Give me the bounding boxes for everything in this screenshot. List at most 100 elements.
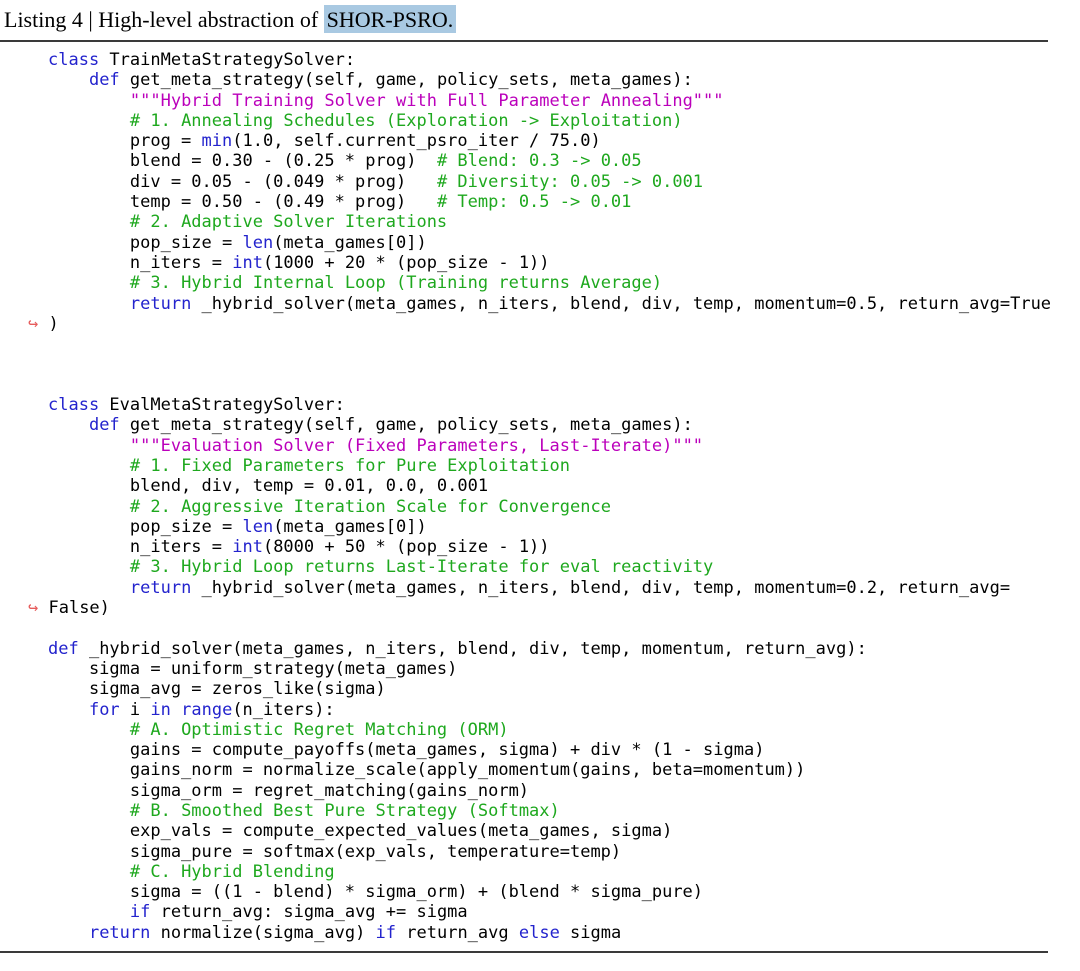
code-token-plain: return_avg: sigma_avg += sigma bbox=[150, 902, 467, 922]
code-token-continuation-arrow: ↪ bbox=[28, 598, 38, 618]
code-token-comment: # 3. Hybrid Loop returns Last-Iterate fo… bbox=[130, 557, 713, 577]
code-token-plain: sigma_avg = zeros_like(sigma) bbox=[48, 679, 386, 699]
code-token-plain: gains = compute_payoffs(meta_games, sigm… bbox=[48, 740, 764, 760]
code-token-comment: # 1. Annealing Schedules (Exploration ->… bbox=[130, 111, 683, 131]
code-token-plain bbox=[48, 212, 130, 232]
code-token-keyword: def bbox=[48, 639, 79, 659]
code-line: # B. Smoothed Best Pure Strategy (Softma… bbox=[48, 801, 1080, 821]
code-token-comment: # 2. Aggressive Iteration Scale for Conv… bbox=[130, 497, 611, 517]
code-line bbox=[48, 354, 1080, 374]
code-token-keyword: len bbox=[242, 517, 273, 537]
code-token-keyword: in bbox=[150, 700, 170, 720]
code-line: def get_meta_strategy(self, game, policy… bbox=[48, 70, 1080, 90]
code-token-string: """Evaluation Solver (Fixed Parameters, … bbox=[130, 436, 703, 456]
code-token-plain: (1000 + 20 * (pop_size - 1)) bbox=[263, 253, 550, 273]
code-token-keyword: int bbox=[232, 537, 263, 557]
code-token-plain bbox=[48, 415, 89, 435]
code-token-plain: sigma = uniform_strategy(meta_games) bbox=[48, 659, 457, 679]
code-line: n_iters = int(8000 + 50 * (pop_size - 1)… bbox=[48, 537, 1080, 557]
code-token-plain bbox=[48, 70, 89, 90]
code-line: n_iters = int(1000 + 20 * (pop_size - 1)… bbox=[48, 253, 1080, 273]
code-line: pop_size = len(meta_games[0]) bbox=[48, 233, 1080, 253]
code-token-keyword: class bbox=[48, 50, 99, 70]
code-token-plain: _hybrid_solver(meta_games, n_iters, blen… bbox=[191, 294, 1051, 314]
code-line: # 2. Aggressive Iteration Scale for Conv… bbox=[48, 497, 1080, 517]
code-token-plain: _hybrid_solver(meta_games, n_iters, blen… bbox=[191, 578, 1010, 598]
code-token-plain: i bbox=[120, 700, 151, 720]
code-token-plain bbox=[48, 557, 130, 577]
bottom-rule bbox=[0, 951, 1048, 953]
code-token-plain: prog = bbox=[48, 131, 202, 151]
code-line: # 1. Fixed Parameters for Pure Exploitat… bbox=[48, 456, 1080, 476]
code-token-comment: # Temp: 0.5 -> 0.01 bbox=[437, 192, 631, 212]
code-token-string: """Hybrid Training Solver with Full Para… bbox=[130, 91, 724, 111]
code-token-keyword: def bbox=[89, 70, 120, 90]
caption-text: Listing 4 | High-level abstraction of bbox=[4, 7, 324, 32]
code-token-plain: n_iters = bbox=[48, 537, 232, 557]
listing-caption: Listing 4 | High-level abstraction of SH… bbox=[0, 5, 1080, 35]
code-line: gains_norm = normalize_scale(apply_momen… bbox=[48, 760, 1080, 780]
code-token-comment: # A. Optimistic Regret Matching (ORM) bbox=[130, 720, 509, 740]
code-line: # 3. Hybrid Internal Loop (Training retu… bbox=[48, 273, 1080, 293]
code-token-plain: _hybrid_solver(meta_games, n_iters, blen… bbox=[79, 639, 867, 659]
code-token-comment: # Blend: 0.3 -> 0.05 bbox=[437, 151, 642, 171]
code-token-plain: temp = 0.50 - (0.49 * prog) bbox=[48, 192, 437, 212]
code-line: def get_meta_strategy(self, game, policy… bbox=[48, 415, 1080, 435]
code-token-keyword: else bbox=[519, 923, 560, 943]
code-line-continuation: ↪ ) bbox=[48, 314, 1080, 334]
highlighted-term: SHOR-PSRO. bbox=[324, 5, 457, 33]
code-token-keyword: if bbox=[130, 902, 150, 922]
code-token-keyword: if bbox=[376, 923, 396, 943]
code-line: div = 0.05 - (0.049 * prog) # Diversity:… bbox=[48, 172, 1080, 192]
code-line: return _hybrid_solver(meta_games, n_iter… bbox=[48, 578, 1080, 598]
code-token-plain: EvalMetaStrategySolver: bbox=[99, 395, 345, 415]
code-line: # 3. Hybrid Loop returns Last-Iterate fo… bbox=[48, 557, 1080, 577]
code-line: for i in range(n_iters): bbox=[48, 700, 1080, 720]
code-token-plain: sigma bbox=[560, 923, 621, 943]
code-token-keyword: def bbox=[89, 415, 120, 435]
code-token-keyword: class bbox=[48, 395, 99, 415]
code-token-plain bbox=[48, 497, 130, 517]
code-token-plain: get_meta_strategy(self, game, policy_set… bbox=[120, 70, 693, 90]
code-line: sigma = ((1 - blend) * sigma_orm) + (ble… bbox=[48, 882, 1080, 902]
code-token-keyword: min bbox=[202, 131, 233, 151]
code-line: pop_size = len(meta_games[0]) bbox=[48, 517, 1080, 537]
listing-figure: Listing 4 | High-level abstraction of SH… bbox=[0, 0, 1080, 953]
code-line-continuation: ↪ False) bbox=[48, 598, 1080, 618]
code-line: class EvalMetaStrategySolver: bbox=[48, 395, 1080, 415]
code-token-plain: pop_size = bbox=[48, 517, 242, 537]
code-token-plain: (meta_games[0]) bbox=[273, 517, 427, 537]
code-token-plain bbox=[48, 862, 130, 882]
code-token-plain bbox=[171, 700, 181, 720]
code-line: return normalize(sigma_avg) if return_av… bbox=[48, 923, 1080, 943]
code-line: # 2. Adaptive Solver Iterations bbox=[48, 212, 1080, 232]
code-line: return _hybrid_solver(meta_games, n_iter… bbox=[48, 294, 1080, 314]
code-line: # 1. Annealing Schedules (Exploration ->… bbox=[48, 111, 1080, 131]
code-token-comment: # B. Smoothed Best Pure Strategy (Softma… bbox=[130, 801, 560, 821]
code-line: sigma_avg = zeros_like(sigma) bbox=[48, 679, 1080, 699]
code-token-plain bbox=[48, 111, 130, 131]
code-token-plain bbox=[48, 902, 130, 922]
code-token-plain: return_avg bbox=[396, 923, 519, 943]
code-token-keyword: int bbox=[232, 253, 263, 273]
code-token-plain: blend = 0.30 - (0.25 * prog) bbox=[48, 151, 437, 171]
code-token-keyword: return bbox=[130, 294, 191, 314]
code-token-plain bbox=[48, 578, 130, 598]
code-token-plain: (8000 + 50 * (pop_size - 1)) bbox=[263, 537, 550, 557]
code-token-plain: pop_size = bbox=[48, 233, 242, 253]
code-token-comment: # Diversity: 0.05 -> 0.001 bbox=[437, 172, 703, 192]
code-token-plain bbox=[48, 294, 130, 314]
code-token-plain bbox=[48, 700, 89, 720]
code-line bbox=[48, 618, 1080, 638]
code-token-plain: div = 0.05 - (0.049 * prog) bbox=[48, 172, 437, 192]
code-line: sigma_pure = softmax(exp_vals, temperatu… bbox=[48, 842, 1080, 862]
code-token-plain: (n_iters): bbox=[232, 700, 334, 720]
code-line: sigma_orm = regret_matching(gains_norm) bbox=[48, 781, 1080, 801]
code-token-plain bbox=[48, 91, 130, 111]
code-token-plain: normalize(sigma_avg) bbox=[150, 923, 375, 943]
code-token-plain: (meta_games[0]) bbox=[273, 233, 427, 253]
code-token-comment: # 1. Fixed Parameters for Pure Exploitat… bbox=[130, 456, 570, 476]
code-line: prog = min(1.0, self.current_psro_iter /… bbox=[48, 131, 1080, 151]
code-token-keyword: for bbox=[89, 700, 120, 720]
code-listing: class TrainMetaStrategySolver: def get_m… bbox=[0, 50, 1080, 943]
